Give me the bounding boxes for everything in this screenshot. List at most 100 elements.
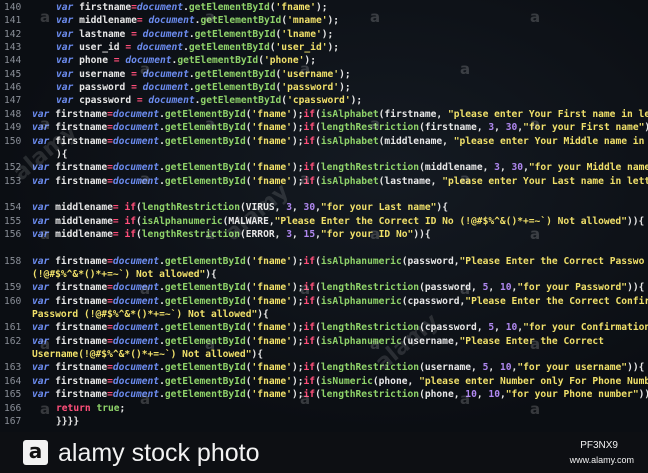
code-token: getElementById	[177, 55, 259, 67]
code-text: var firstname=document.getElementById('f…	[32, 255, 644, 268]
watermark-icon: a	[205, 225, 216, 243]
code-token: "for your ID No"	[320, 228, 414, 240]
code-token: true	[96, 402, 120, 414]
code-token: );	[291, 362, 304, 374]
code-token: ,	[476, 389, 489, 401]
code-token: 15	[303, 228, 316, 240]
code-token: getElementById	[164, 255, 246, 267]
code-token: if	[124, 215, 136, 227]
code-line: 160 var firstname=document.getElementById…	[0, 295, 648, 308]
watermark-icon: a	[300, 280, 311, 298]
code-text: var firstname=document.getElementById('f…	[32, 281, 644, 294]
code-token: getElementById	[194, 28, 276, 40]
code-token: document	[136, 42, 184, 54]
code-editor: 140 var firstname=document.getElementById…	[0, 0, 648, 432]
line-number: 140	[4, 2, 22, 13]
watermark-icon: a	[40, 115, 51, 133]
code-text: var user_id = document.getElementById('u…	[56, 41, 339, 54]
code-token: ))	[627, 362, 639, 374]
code-token: var	[56, 82, 80, 94]
code-token: ))	[638, 389, 648, 401]
code-text: var firstname=document.getElementById('f…	[32, 135, 644, 148]
code-token: );	[291, 375, 304, 387]
code-token: var	[32, 202, 56, 214]
code-token: (password,	[419, 282, 483, 294]
code-text: var firstname=document.getElementById('f…	[32, 108, 648, 121]
code-token: ){	[436, 202, 448, 214]
code-text: Password (!@#$%^&*()*+=~`) Not allowed")…	[32, 308, 269, 321]
code-token: document	[112, 255, 160, 267]
line-number: 149	[4, 122, 22, 134]
code-token: user_id	[79, 42, 120, 54]
code-text: var lastname = document.getElementById('…	[56, 28, 333, 41]
line-number: 145	[4, 68, 22, 80]
code-token: var	[32, 362, 56, 374]
code-token: var	[56, 55, 80, 67]
code-token: middlename	[79, 15, 137, 27]
code-token: 'fname'	[251, 295, 292, 307]
code-token: "please enter Your Middle name in	[453, 135, 645, 147]
code-token: if	[303, 375, 316, 387]
code-line: 166 return true;	[0, 402, 648, 415]
code-token: lengthRestriction	[320, 282, 420, 294]
code-token: =	[108, 55, 126, 67]
code-token: (password,	[401, 255, 460, 267]
line-number: 154	[4, 202, 22, 214]
code-token: 10	[499, 362, 512, 374]
code-token: );	[315, 2, 328, 13]
code-token: document	[112, 295, 160, 307]
code-line: 140 var firstname=document.getElementById…	[0, 1, 648, 14]
watermark-icon: a	[460, 60, 471, 78]
code-token: 'fname'	[251, 162, 292, 174]
code-token: ))	[413, 228, 425, 240]
code-line: 164 var firstname=document.getElementById…	[0, 375, 648, 388]
code-line: (!@#$%^&*()*+=~`) Not allowed"){	[0, 268, 648, 281]
code-token: firstname	[55, 335, 108, 347]
code-line: 144 var phone = document.getElementById('…	[0, 54, 648, 67]
code-token: "for your username"	[517, 362, 628, 374]
code-text: Username(!@#$%^&*()*+=~`) Not allowed"){	[32, 348, 263, 361]
code-token: "Please Enter the Correct ID No (!@#$%^&…	[274, 215, 627, 227]
line-number: 167	[4, 415, 22, 427]
code-token: ;	[119, 402, 126, 414]
code-token: getElementById	[164, 135, 246, 147]
watermark-icon: a	[205, 8, 216, 26]
code-token: if	[303, 255, 316, 267]
code-token: document	[142, 82, 189, 94]
code-token: firstname	[55, 295, 108, 307]
code-token: ){	[205, 269, 217, 280]
code-text: var phone = document.getElementById('pho…	[56, 54, 316, 67]
code-token: var	[56, 2, 80, 13]
watermark-icon: a	[460, 390, 471, 408]
code-token: (username,	[419, 362, 483, 374]
code-token: ,	[291, 202, 304, 214]
code-token: 30	[505, 122, 518, 134]
code-token: getElementById	[164, 162, 246, 174]
code-token: Username(!@#$%^&*()*+=~`) Not allowed"	[32, 349, 252, 361]
code-token: middlename	[55, 202, 113, 214]
code-token: );	[291, 322, 304, 334]
code-token: getElementById	[188, 2, 270, 13]
code-token: "please enter Your First name in le	[447, 108, 648, 120]
code-token: =	[119, 42, 137, 54]
footer-bar: a alamy stock photo PF3NX9 www.alamy.com	[0, 432, 648, 473]
code-token: firstname	[55, 108, 108, 120]
code-token: =	[125, 82, 143, 94]
code-token: document	[112, 122, 160, 134]
code-line: Username(!@#$%^&*()*+=~`) Not allowed"){	[0, 348, 648, 361]
code-token: (middlename,	[378, 135, 454, 147]
code-token: "for your First name"	[523, 122, 645, 134]
watermark-icon: a	[530, 400, 541, 418]
line-number: 165	[4, 389, 22, 401]
code-token: lengthRestriction	[320, 162, 420, 174]
brand-text: alamy stock photo	[58, 439, 260, 467]
code-token: isAlphanumeric	[320, 295, 402, 307]
code-line: 146 var password = document.getElementByI…	[0, 81, 648, 94]
code-token: lengthRestriction	[320, 362, 420, 374]
code-token: lengthRestriction	[320, 389, 420, 401]
code-token: =	[131, 95, 149, 107]
watermark-icon: a	[40, 8, 51, 26]
code-token: 10	[488, 389, 500, 401]
code-line: 165 var firstname=document.getElementById…	[0, 388, 648, 401]
